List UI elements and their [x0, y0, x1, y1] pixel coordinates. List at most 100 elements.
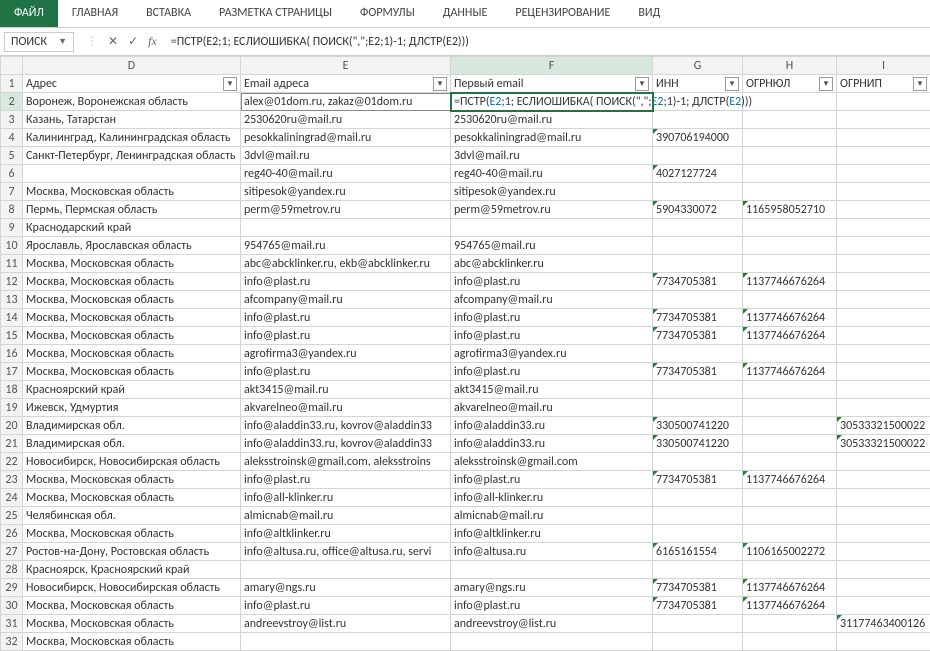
filter-button[interactable]: ▼ — [223, 77, 237, 91]
row-header[interactable]: 10 — [1, 237, 23, 255]
cell-I29[interactable] — [837, 579, 930, 597]
cell-H12[interactable]: 1137746676264 — [743, 273, 837, 291]
filter-button[interactable]: ▼ — [433, 77, 447, 91]
cell-G10[interactable] — [653, 237, 743, 255]
cell-I2[interactable] — [837, 93, 930, 111]
cell-E6[interactable]: reg40-40@mail.ru — [241, 165, 451, 183]
select-all-corner[interactable] — [1, 57, 23, 75]
cell-I12[interactable] — [837, 273, 930, 291]
cell-E20[interactable]: info@aladdin33.ru, kovrov@aladdin33 — [241, 417, 451, 435]
row-header[interactable]: 18 — [1, 381, 23, 399]
cell-I10[interactable] — [837, 237, 930, 255]
cell-D18[interactable]: Красноярский край — [23, 381, 241, 399]
cell-I22[interactable] — [837, 453, 930, 471]
cell-D15[interactable]: Москва, Московская область — [23, 327, 241, 345]
cell-H21[interactable] — [743, 435, 837, 453]
cell-I13[interactable] — [837, 291, 930, 309]
cell-I3[interactable] — [837, 111, 930, 129]
cell-G17[interactable]: 7734705381 — [653, 363, 743, 381]
cell-E30[interactable]: info@plast.ru — [241, 597, 451, 615]
cell-F6[interactable]: reg40-40@mail.ru — [451, 165, 653, 183]
cell-D14[interactable]: Москва, Московская область — [23, 309, 241, 327]
row-header[interactable]: 1 — [1, 75, 23, 93]
cell-I16[interactable] — [837, 345, 930, 363]
cell-F11[interactable]: abc@abcklinker.ru — [451, 255, 653, 273]
spreadsheet-grid[interactable]: D E F G H I 1Адрес▼Email адреса▼Первый e… — [0, 56, 930, 651]
cell-F12[interactable]: info@plast.ru — [451, 273, 653, 291]
tab-home[interactable]: ГЛАВНАЯ — [58, 0, 132, 27]
cell-G14[interactable]: 7734705381 — [653, 309, 743, 327]
cell-G2[interactable] — [653, 93, 743, 111]
cell-F20[interactable]: info@aladdin33.ru — [451, 417, 653, 435]
cell-F14[interactable]: info@plast.ru — [451, 309, 653, 327]
cell-G7[interactable] — [653, 183, 743, 201]
cell-F28[interactable] — [451, 561, 653, 579]
cell-F23[interactable]: info@plast.ru — [451, 471, 653, 489]
col-header-E[interactable]: E — [241, 57, 451, 75]
cell-F32[interactable] — [451, 633, 653, 651]
cell-G31[interactable] — [653, 615, 743, 633]
row-header[interactable]: 27 — [1, 543, 23, 561]
cell-D10[interactable]: Ярославль, Ярославская область — [23, 237, 241, 255]
cell-F21[interactable]: info@aladdin33.ru — [451, 435, 653, 453]
row-header[interactable]: 29 — [1, 579, 23, 597]
col-header-H[interactable]: H — [743, 57, 837, 75]
cell-D31[interactable]: Москва, Московская область — [23, 615, 241, 633]
cell-E19[interactable]: akvarelneo@mail.ru — [241, 399, 451, 417]
cell-F29[interactable]: amary@ngs.ru — [451, 579, 653, 597]
header-cell-H[interactable]: ОГРНЮЛ▼ — [743, 75, 837, 93]
cell-E14[interactable]: info@plast.ru — [241, 309, 451, 327]
row-header[interactable]: 24 — [1, 489, 23, 507]
row-header[interactable]: 32 — [1, 633, 23, 651]
cell-F24[interactable]: info@all-klinker.ru — [451, 489, 653, 507]
cell-H14[interactable]: 1137746676264 — [743, 309, 837, 327]
cell-E9[interactable] — [241, 219, 451, 237]
cell-F26[interactable]: info@altklinker.ru — [451, 525, 653, 543]
cell-E22[interactable]: aleksstroinsk@gmail.com, aleksstroins — [241, 453, 451, 471]
cell-H25[interactable] — [743, 507, 837, 525]
tab-view[interactable]: ВИД — [624, 0, 674, 27]
cell-E17[interactable]: info@plast.ru — [241, 363, 451, 381]
cell-E8[interactable]: perm@59metrov.ru — [241, 201, 451, 219]
enter-icon[interactable]: ✓ — [128, 34, 138, 49]
cell-E18[interactable]: akt3415@mail.ru — [241, 381, 451, 399]
cell-F8[interactable]: perm@59metrov.ru — [451, 201, 653, 219]
cell-F16[interactable]: agrofirma3@yandex.ru — [451, 345, 653, 363]
header-cell-D[interactable]: Адрес▼ — [23, 75, 241, 93]
cell-F22[interactable]: aleksstroinsk@gmail.com — [451, 453, 653, 471]
cell-E27[interactable]: info@altusa.ru, office@altusa.ru, servi — [241, 543, 451, 561]
cell-H7[interactable] — [743, 183, 837, 201]
cell-D27[interactable]: Ростов-на-Дону, Ростовская область — [23, 543, 241, 561]
header-cell-F[interactable]: Первый email▼ — [451, 75, 653, 93]
cell-H13[interactable] — [743, 291, 837, 309]
cell-I21[interactable]: 30533321500022 — [837, 435, 930, 453]
cell-I5[interactable] — [837, 147, 930, 165]
name-box[interactable]: ПОИСК ▼ — [4, 32, 74, 52]
cell-H11[interactable] — [743, 255, 837, 273]
cell-E32[interactable] — [241, 633, 451, 651]
cell-D9[interactable]: Краснодарский край — [23, 219, 241, 237]
cell-E15[interactable]: info@plast.ru — [241, 327, 451, 345]
filter-button[interactable]: ▼ — [725, 77, 739, 91]
row-header[interactable]: 2 — [1, 93, 23, 111]
name-box-dropdown-icon[interactable]: ▼ — [58, 36, 67, 47]
cell-H31[interactable] — [743, 615, 837, 633]
cell-H9[interactable] — [743, 219, 837, 237]
cell-G11[interactable] — [653, 255, 743, 273]
cell-I28[interactable] — [837, 561, 930, 579]
cell-H27[interactable]: 1106165002272 — [743, 543, 837, 561]
cell-G19[interactable] — [653, 399, 743, 417]
header-cell-I[interactable]: ОГРНИП▼ — [837, 75, 930, 93]
row-header[interactable]: 23 — [1, 471, 23, 489]
cell-E16[interactable]: agrofirma3@yandex.ru — [241, 345, 451, 363]
col-header-F[interactable]: F — [451, 57, 653, 75]
cell-G23[interactable]: 7734705381 — [653, 471, 743, 489]
cell-G4[interactable]: 390706194000 — [653, 129, 743, 147]
row-header[interactable]: 21 — [1, 435, 23, 453]
cell-I15[interactable] — [837, 327, 930, 345]
cell-F10[interactable]: 954765@mail.ru — [451, 237, 653, 255]
cell-I24[interactable] — [837, 489, 930, 507]
cell-G16[interactable] — [653, 345, 743, 363]
cell-F9[interactable] — [451, 219, 653, 237]
cell-D26[interactable]: Москва, Московская область — [23, 525, 241, 543]
